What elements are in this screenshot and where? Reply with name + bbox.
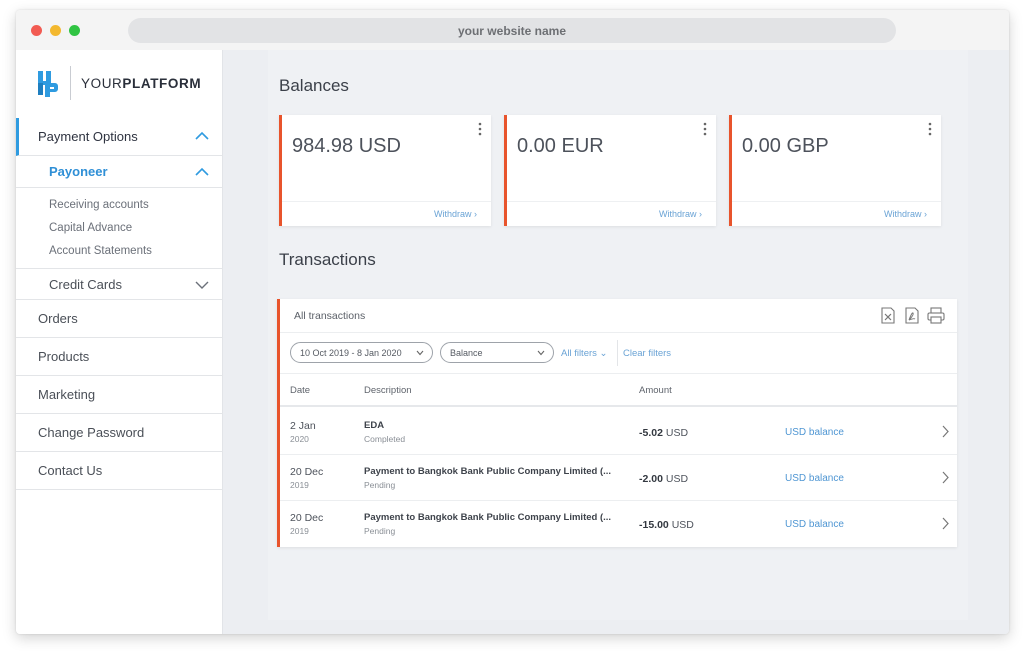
balance-dropdown[interactable]: Balance xyxy=(440,342,554,363)
chevron-right-icon[interactable] xyxy=(942,425,949,438)
table-row[interactable]: 20 Dec 2019 Payment to Bangkok Bank Publ… xyxy=(280,501,957,547)
balances-title: Balances xyxy=(279,76,349,95)
transactions-title: Transactions xyxy=(279,250,376,269)
row-amount: -2.00 USD xyxy=(639,473,689,485)
sidebar-item-change-password[interactable]: Change Password xyxy=(16,414,223,452)
balance-amount: 0.00 GBP xyxy=(742,135,829,157)
more-options-icon[interactable] xyxy=(478,122,482,136)
print-icon[interactable] xyxy=(927,307,945,324)
sidebar-item-payoneer[interactable]: Payoneer xyxy=(16,156,223,188)
row-status: Completed xyxy=(364,434,406,444)
sidebar-item-label: Payment Options xyxy=(38,129,138,144)
sidebar-item-account-statements[interactable]: Account Statements xyxy=(16,239,223,262)
pdf-export-icon[interactable] xyxy=(904,307,920,324)
row-balance-link[interactable]: USD balance xyxy=(785,519,844,530)
clear-filters-link[interactable]: Clear filters xyxy=(623,348,671,359)
balance-card-usd: 984.98 USD Withdraw › xyxy=(279,115,491,226)
logo-divider xyxy=(70,66,71,100)
row-amount: -15.00 USD xyxy=(639,519,694,531)
row-description: EDA xyxy=(364,420,385,431)
sidebar-nav: Payment Options Payoneer Receiving accou… xyxy=(16,118,223,490)
filters-bar: 10 Oct 2019 - 8 Jan 2020 Balance All fil… xyxy=(280,334,957,374)
title-bar: your website name xyxy=(16,10,1009,50)
sidebar-item-credit-cards[interactable]: Credit Cards xyxy=(16,269,223,300)
sidebar-item-receiving-accounts[interactable]: Receiving accounts xyxy=(16,193,223,216)
maximize-window-button[interactable] xyxy=(69,25,80,36)
sidebar-item-capital-advance[interactable]: Capital Advance xyxy=(16,216,223,239)
logo-text: YOURPLATFORM xyxy=(81,75,202,91)
date-range-value: 10 Oct 2019 - 8 Jan 2020 xyxy=(300,347,402,358)
withdraw-link[interactable]: Withdraw › xyxy=(434,209,477,219)
row-year: 2020 xyxy=(290,434,309,444)
row-status: Pending xyxy=(364,526,396,536)
all-transactions-label: All transactions xyxy=(294,310,366,322)
payoneer-submenu: Receiving accounts Capital Advance Accou… xyxy=(16,188,223,269)
row-date: 20 Dec xyxy=(290,466,324,478)
browser-window: your website name YOURPLATFORM Payment O… xyxy=(16,10,1009,634)
sidebar-item-payment-options[interactable]: Payment Options xyxy=(16,118,223,156)
column-description[interactable]: Description xyxy=(364,385,412,396)
chevron-down-icon xyxy=(537,350,545,356)
column-date[interactable]: Date xyxy=(290,385,310,396)
sidebar-item-marketing[interactable]: Marketing xyxy=(16,376,223,414)
row-description: Payment to Bangkok Bank Public Company L… xyxy=(364,466,612,477)
balance-filter-value: Balance xyxy=(450,347,483,358)
row-year: 2019 xyxy=(290,526,309,536)
filter-divider xyxy=(617,340,618,366)
more-options-icon[interactable] xyxy=(703,122,707,136)
row-date: 20 Dec xyxy=(290,512,324,524)
sidebar-item-contact-us[interactable]: Contact Us xyxy=(16,452,223,490)
sidebar-item-label: Credit Cards xyxy=(49,276,122,292)
date-range-dropdown[interactable]: 10 Oct 2019 - 8 Jan 2020 xyxy=(290,342,433,363)
row-status: Pending xyxy=(364,480,396,490)
minimize-window-button[interactable] xyxy=(50,25,61,36)
balance-card-eur: 0.00 EUR Withdraw › xyxy=(504,115,716,226)
table-row[interactable]: 2 Jan 2020 EDA Completed -5.02 USD USD b… xyxy=(280,409,957,455)
sidebar-item-label: Payoneer xyxy=(49,164,108,179)
chevron-right-icon[interactable] xyxy=(942,517,949,530)
excel-export-icon[interactable] xyxy=(880,307,896,324)
chevron-down-icon xyxy=(416,350,424,356)
row-amount: -5.02 USD xyxy=(639,427,689,439)
platform-logo[interactable]: YOURPLATFORM xyxy=(36,66,201,100)
row-description: Payment to Bangkok Bank Public Company L… xyxy=(364,512,612,523)
card-footer: Withdraw › xyxy=(507,201,716,226)
chevron-up-icon xyxy=(195,167,209,176)
sidebar-item-orders[interactable]: Orders xyxy=(16,300,223,338)
more-options-icon[interactable] xyxy=(928,122,932,136)
balance-card-gbp: 0.00 GBP Withdraw › xyxy=(729,115,941,226)
table-row[interactable]: 20 Dec 2019 Payment to Bangkok Bank Publ… xyxy=(280,455,957,501)
chevron-down-icon xyxy=(195,281,209,289)
transactions-panel: All transactions 10 Oct 2019 - 8 Jan 202… xyxy=(277,299,957,547)
row-date: 2 Jan xyxy=(290,420,316,432)
balance-amount: 984.98 USD xyxy=(292,135,401,157)
row-balance-link[interactable]: USD balance xyxy=(785,473,844,484)
transactions-header: All transactions xyxy=(280,299,957,333)
sidebar-item-products[interactable]: Products xyxy=(16,338,223,376)
chevron-up-icon xyxy=(195,131,209,140)
row-year: 2019 xyxy=(290,480,309,490)
main-area: Balances 984.98 USD Withdraw › 0.00 EUR … xyxy=(223,50,1009,634)
withdraw-link[interactable]: Withdraw › xyxy=(884,209,927,219)
logo-icon xyxy=(38,71,58,97)
withdraw-link[interactable]: Withdraw › xyxy=(659,209,702,219)
balance-amount: 0.00 EUR xyxy=(517,135,604,157)
sidebar: YOURPLATFORM Payment Options Payoneer Re… xyxy=(16,50,223,634)
row-balance-link[interactable]: USD balance xyxy=(785,427,844,438)
all-filters-link[interactable]: All filters ⌄ xyxy=(561,348,608,359)
column-amount[interactable]: Amount xyxy=(639,385,672,396)
card-footer: Withdraw › xyxy=(732,201,941,226)
chevron-right-icon[interactable] xyxy=(942,471,949,484)
close-window-button[interactable] xyxy=(31,25,42,36)
table-header: Date Description Amount xyxy=(280,375,957,407)
card-footer: Withdraw › xyxy=(282,201,491,226)
address-bar[interactable]: your website name xyxy=(128,18,896,43)
